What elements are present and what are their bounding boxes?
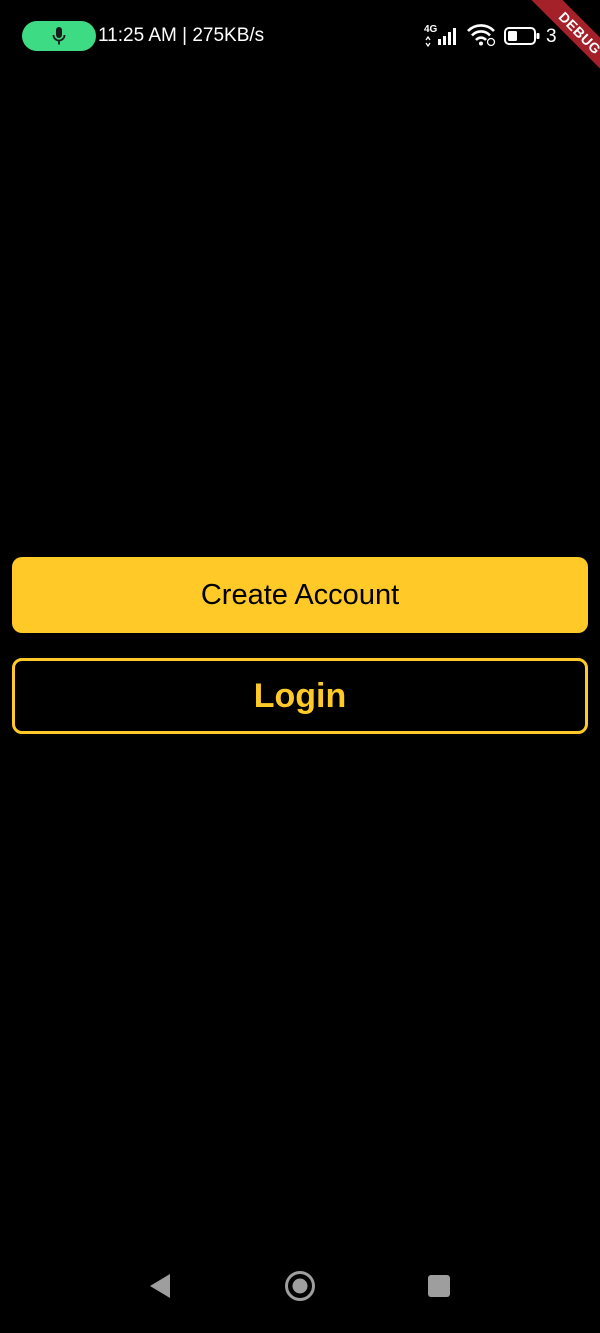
back-icon[interactable] <box>148 1273 172 1299</box>
login-label: Login <box>253 676 347 715</box>
recents-icon[interactable] <box>428 1275 450 1297</box>
status-bar: 11:25 AM | 275KB/s 4G 3 <box>0 0 600 72</box>
create-account-button[interactable]: Create Account <box>12 557 588 633</box>
create-account-label: Create Account <box>200 578 400 611</box>
status-time-speed: 11:25 AM | 275KB/s <box>98 25 265 46</box>
login-button[interactable]: Login <box>12 658 588 734</box>
mic-indicator[interactable] <box>22 21 96 51</box>
wifi-icon <box>467 24 496 46</box>
battery-percentage: 3 <box>546 26 557 47</box>
battery-icon <box>504 27 540 45</box>
network-type-label: 4G <box>424 24 438 35</box>
navigation-bar <box>0 1261 600 1333</box>
status-icons: 4G 3 <box>420 18 600 54</box>
mic-icon <box>52 27 66 45</box>
signal-icon: 4G <box>424 24 456 48</box>
home-icon[interactable] <box>284 1270 316 1302</box>
